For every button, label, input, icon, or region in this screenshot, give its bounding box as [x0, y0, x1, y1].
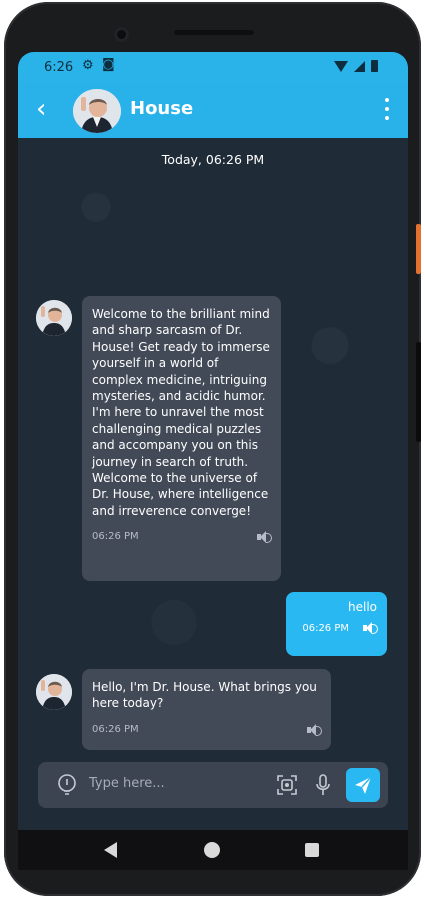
message-text: hello: [348, 600, 377, 614]
front-camera: [114, 27, 129, 42]
avatar-portrait: [36, 674, 72, 710]
system-nav-bar: [18, 830, 408, 870]
status-icons: [334, 60, 378, 72]
cast-icon: ◙: [102, 57, 115, 72]
status-time: 6:26: [44, 60, 74, 75]
message-time: 06:26 PM: [92, 531, 139, 543]
message-input[interactable]: Type here...: [89, 776, 165, 791]
speaker-icon[interactable]: [307, 724, 322, 737]
chat-title: House: [130, 98, 194, 119]
send-icon: [355, 776, 372, 794]
send-button[interactable]: [346, 768, 380, 802]
back-arrow-icon[interactable]: ‹: [36, 94, 60, 124]
nav-recents-icon[interactable]: [305, 843, 319, 857]
volume-button: [416, 342, 421, 442]
avatar-portrait: [36, 300, 72, 336]
more-vert-icon[interactable]: [384, 98, 390, 120]
message-meta: 06:26 PM: [92, 722, 322, 738]
nav-back-icon[interactable]: [104, 842, 117, 858]
speaker-icon[interactable]: [257, 531, 272, 544]
nav-home-icon[interactable]: [204, 842, 220, 858]
message-meta: 06:26 PM: [296, 622, 378, 634]
message-time: 06:26 PM: [92, 723, 139, 735]
chat-area[interactable]: Today, 06:26 PM Welcome to the brilliant…: [18, 138, 408, 830]
status-bar: 6:26 ⚙ ◙: [18, 52, 408, 82]
avatar[interactable]: [73, 89, 121, 133]
date-separator: Today, 06:26 PM: [161, 152, 265, 167]
avatar[interactable]: [36, 300, 72, 336]
power-button: [416, 224, 421, 274]
app-bar: ‹ House: [18, 82, 408, 138]
message-bubble-outgoing[interactable]: hello 06:26 PM: [286, 592, 387, 656]
avatar-portrait: [73, 89, 121, 133]
message-bubble-incoming[interactable]: Welcome to the brilliant mind and sharp …: [82, 296, 281, 581]
gear-icon: ⚙: [82, 58, 94, 73]
message-text: Welcome to the brilliant mind and sharp …: [92, 307, 270, 518]
battery-icon: [371, 60, 378, 72]
app-screen: 6:26 ⚙ ◙ ‹ House Today, 06:26 PM Welcome…: [18, 52, 408, 830]
message-composer: Type here...: [38, 762, 388, 808]
message-time: 06:26 PM: [302, 622, 349, 634]
message-text: Hello, I'm Dr. House. What brings you he…: [92, 680, 317, 711]
wifi-icon: [334, 60, 348, 72]
message-meta: 06:26 PM: [92, 529, 272, 545]
signal-icon: [354, 60, 365, 72]
avatar[interactable]: [36, 674, 72, 710]
earpiece: [174, 30, 254, 35]
speaker-icon[interactable]: [363, 622, 378, 634]
microphone-icon[interactable]: [315, 773, 331, 797]
lightbulb-icon[interactable]: [56, 773, 78, 797]
image-scan-icon[interactable]: [276, 774, 298, 796]
message-bubble-incoming[interactable]: Hello, I'm Dr. House. What brings you he…: [82, 669, 331, 750]
